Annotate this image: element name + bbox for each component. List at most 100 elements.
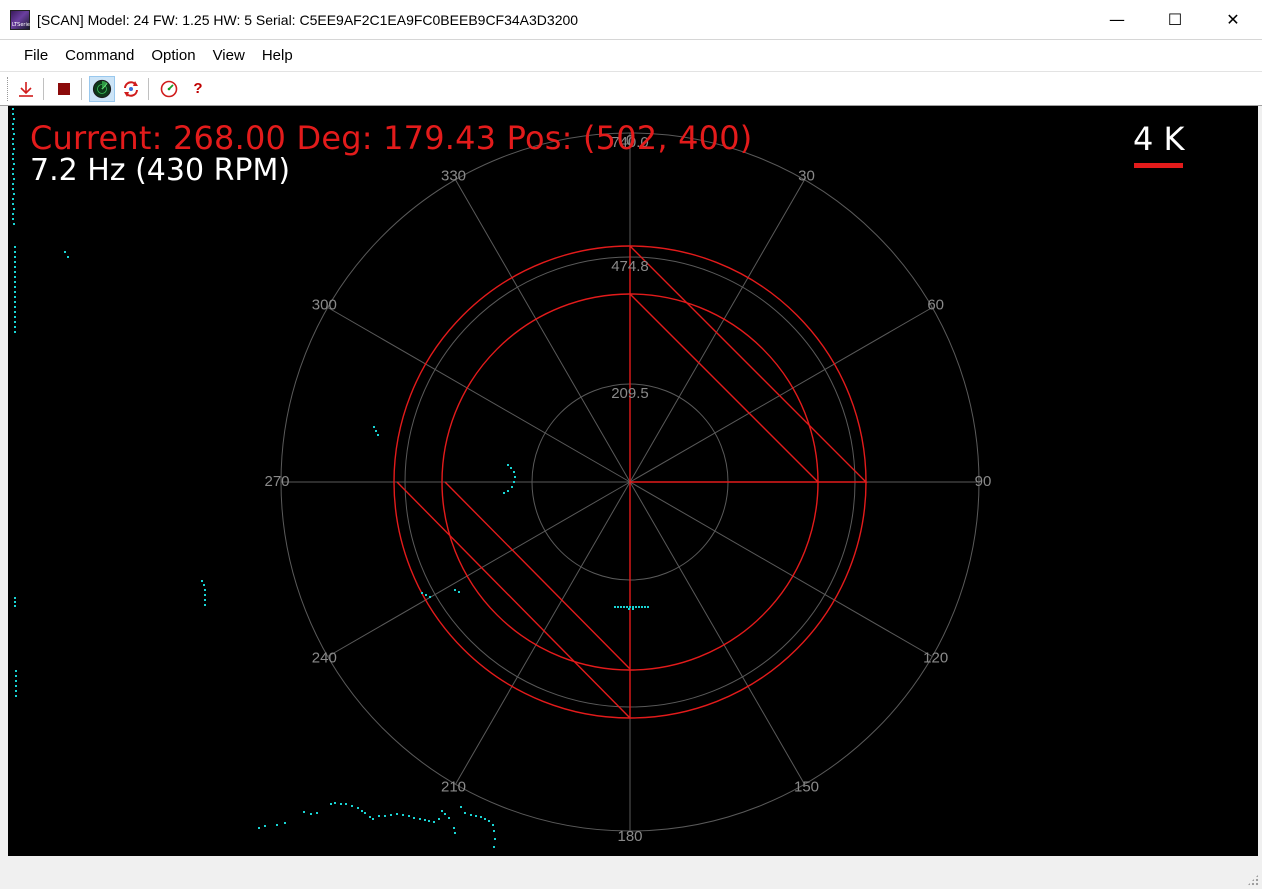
scan-point xyxy=(14,316,16,318)
scan-point xyxy=(620,606,622,608)
scan-point xyxy=(264,825,266,827)
scan-point xyxy=(644,606,646,608)
angle-label: 330 xyxy=(441,167,466,184)
scan-point xyxy=(13,133,15,135)
scan-point xyxy=(470,814,472,816)
scan-point xyxy=(632,606,634,608)
scan-point xyxy=(12,188,14,190)
scan-point xyxy=(419,818,421,820)
toolbar: ? xyxy=(0,72,1262,106)
scan-point xyxy=(396,813,398,815)
scan-point xyxy=(375,430,377,432)
scan-point xyxy=(460,806,462,808)
scan-point xyxy=(364,812,366,814)
scan-point xyxy=(15,670,17,672)
scan-point xyxy=(14,276,16,278)
angle-label: 60 xyxy=(927,296,944,313)
scan-point xyxy=(12,123,14,125)
scan-point xyxy=(507,464,509,466)
scan-point xyxy=(64,251,66,253)
scan-point xyxy=(303,811,305,813)
scan-point xyxy=(413,817,415,819)
scan-point xyxy=(12,203,14,205)
download-button[interactable] xyxy=(13,76,39,102)
scan-point xyxy=(13,148,15,150)
scan-point xyxy=(464,812,466,814)
scan-point xyxy=(12,183,14,185)
scan-point xyxy=(408,815,410,817)
scan-point xyxy=(204,594,206,596)
scan-point xyxy=(357,807,359,809)
scan-point xyxy=(13,178,15,180)
scan-point xyxy=(284,822,286,824)
scan-point xyxy=(12,158,14,160)
menu-option[interactable]: Option xyxy=(143,40,204,71)
stop-button[interactable] xyxy=(51,76,77,102)
minimize-button[interactable]: — xyxy=(1088,0,1146,39)
zone-triangle-lower xyxy=(396,481,631,719)
scan-viewport[interactable]: 0 30 60 90 120 150 180 210 240 270 300 330 209.5 474.… xyxy=(8,106,1258,856)
help-button[interactable]: ? xyxy=(185,76,211,102)
gauge-button[interactable] xyxy=(156,76,182,102)
angle-label: 270 xyxy=(264,473,289,490)
scan-point xyxy=(201,580,203,582)
scan-point xyxy=(647,606,649,608)
scan-point xyxy=(14,306,16,308)
scan-point xyxy=(276,824,278,826)
radar-button[interactable] xyxy=(89,75,115,102)
scan-point xyxy=(632,608,634,610)
scan-point xyxy=(203,584,205,586)
scan-point xyxy=(13,193,15,195)
scan-point xyxy=(345,803,347,805)
scan-point xyxy=(204,604,206,606)
zone-triangle-upper xyxy=(629,245,868,483)
scan-point xyxy=(641,606,643,608)
close-button[interactable]: ✕ xyxy=(1204,0,1262,39)
scan-point xyxy=(494,838,496,840)
scan-point xyxy=(628,608,630,610)
polar-labels: 0306090120150180210240270300330209.5474.… xyxy=(264,132,991,845)
scan-point xyxy=(511,486,513,488)
scan-point xyxy=(12,173,14,175)
status-bar xyxy=(0,857,1262,889)
scan-point xyxy=(334,802,336,804)
scan-point xyxy=(614,606,616,608)
maximize-button[interactable]: ☐ xyxy=(1146,0,1204,39)
scan-point xyxy=(14,261,16,263)
scan-point xyxy=(15,680,17,682)
scan-point xyxy=(351,805,353,807)
scan-point xyxy=(493,846,495,848)
scan-point xyxy=(514,476,516,478)
menu-view[interactable]: View xyxy=(205,40,254,71)
scan-point xyxy=(14,321,16,323)
scan-point xyxy=(204,599,206,601)
toolbar-grip[interactable] xyxy=(7,76,10,101)
scan-point xyxy=(12,153,14,155)
menu-help[interactable]: Help xyxy=(254,40,302,71)
menu-file[interactable]: File xyxy=(16,40,57,71)
scale-label: 4 K xyxy=(1133,120,1185,158)
angle-label: 30 xyxy=(798,167,815,184)
refresh-button[interactable] xyxy=(118,76,144,102)
scan-point xyxy=(617,606,619,608)
scan-point xyxy=(14,251,16,253)
scan-point xyxy=(15,685,17,687)
polar-plot: 0306090120150180210240270300330209.5474.… xyxy=(12,108,991,848)
radar-icon xyxy=(92,79,112,98)
resize-grip[interactable] xyxy=(1247,874,1259,886)
scan-point xyxy=(316,812,318,814)
scan-point xyxy=(623,606,625,608)
scan-point xyxy=(635,606,637,608)
scan-point xyxy=(484,818,486,820)
scan-point xyxy=(14,601,16,603)
scan-point xyxy=(475,815,477,817)
toolbar-separator xyxy=(81,77,82,100)
scan-point xyxy=(493,830,495,832)
scan-point xyxy=(15,675,17,677)
scan-point xyxy=(14,326,16,328)
scan-point xyxy=(510,467,512,469)
scan-point xyxy=(503,492,505,494)
menu-command[interactable]: Command xyxy=(57,40,143,71)
scan-point xyxy=(14,301,16,303)
radius-label: 209.5 xyxy=(611,385,649,402)
